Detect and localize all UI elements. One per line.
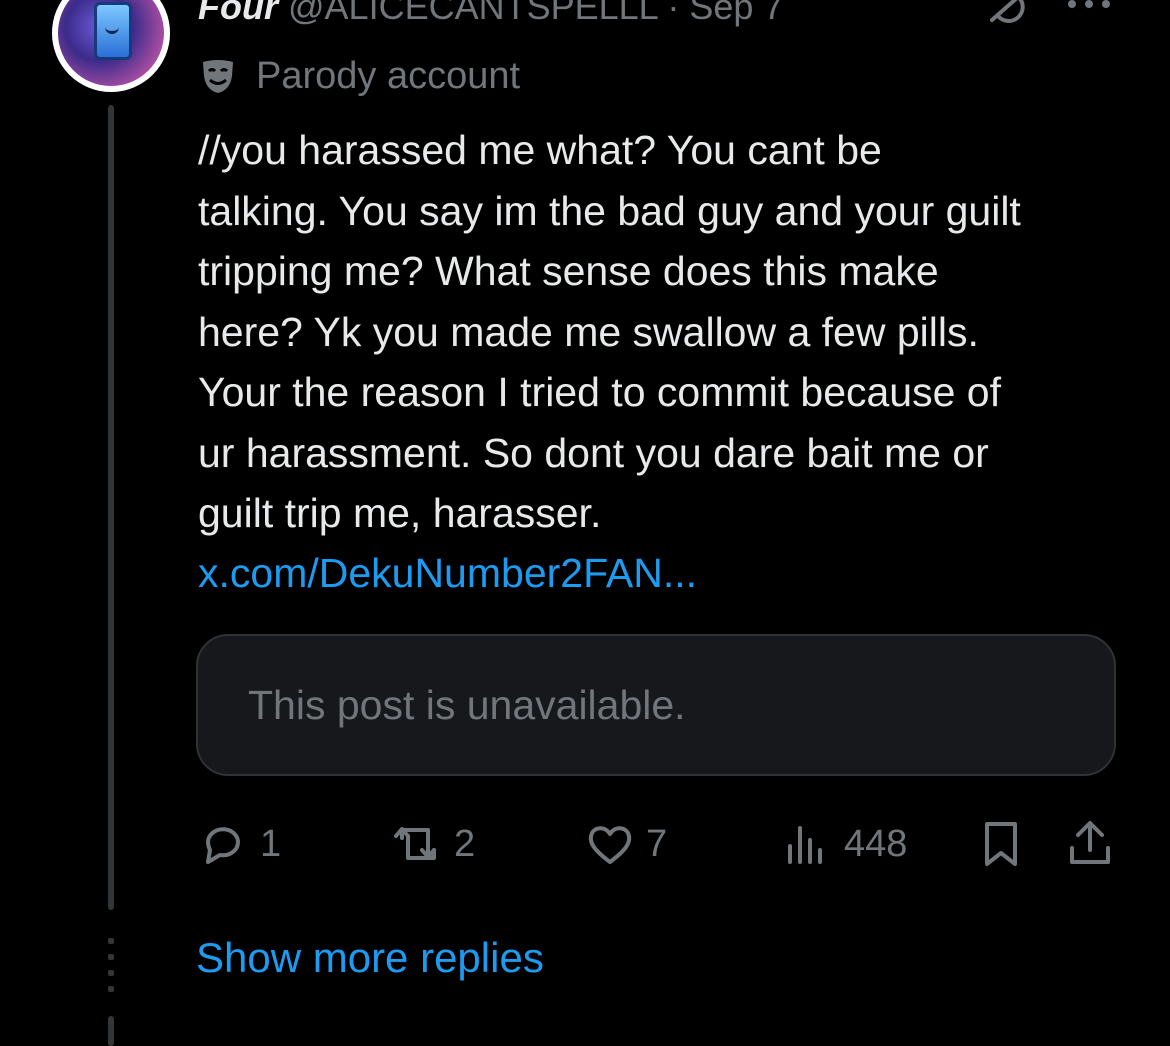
like-count: 7	[646, 822, 668, 865]
repost-button[interactable]: 2	[392, 818, 475, 870]
post-link[interactable]: x.com/DekuNumber2FAN...	[198, 543, 697, 603]
author-name[interactable]: Four	[198, 0, 278, 27]
header-separator: ·	[667, 0, 680, 27]
more-options-icon[interactable]	[1064, 0, 1114, 16]
repost-count: 2	[454, 822, 476, 865]
unavailable-message: This post is unavailable.	[248, 682, 686, 728]
post-date[interactable]: Sep 7	[689, 0, 783, 27]
repost-icon	[394, 827, 436, 860]
theater-mask-icon	[203, 60, 233, 93]
view-count: 448	[844, 822, 908, 865]
thread-gap-dots	[108, 938, 114, 1002]
post-text: //you harassed me what? You cant be talk…	[198, 127, 1021, 536]
avatar[interactable]	[52, 0, 170, 92]
quoted-post-unavailable: This post is unavailable.	[196, 634, 1116, 776]
reply-count: 1	[260, 822, 282, 865]
heart-icon	[588, 826, 632, 864]
share-button[interactable]	[1064, 818, 1116, 870]
post-header: Four @ALICECANTSPELLL · Sep 7	[198, 0, 783, 28]
reply-button[interactable]: 1	[198, 818, 281, 870]
show-more-replies-link[interactable]: Show more replies	[196, 934, 544, 982]
share-icon	[1070, 821, 1110, 864]
bookmark-button[interactable]	[975, 818, 1027, 870]
views-button[interactable]: 448	[782, 818, 907, 870]
views-icon	[788, 826, 822, 864]
bookmark-icon	[985, 822, 1017, 866]
parody-label: Parody account	[198, 54, 520, 98]
grok-icon[interactable]	[986, 0, 1032, 26]
parody-label-text: Parody account	[256, 54, 521, 97]
thread-line-continuation	[108, 1016, 114, 1046]
phone-character-icon	[94, 2, 132, 60]
reply-icon	[206, 827, 240, 864]
thread-line	[108, 105, 114, 910]
like-button[interactable]: 7	[584, 818, 667, 870]
author-handle[interactable]: @ALICECANTSPELLL	[288, 0, 657, 27]
